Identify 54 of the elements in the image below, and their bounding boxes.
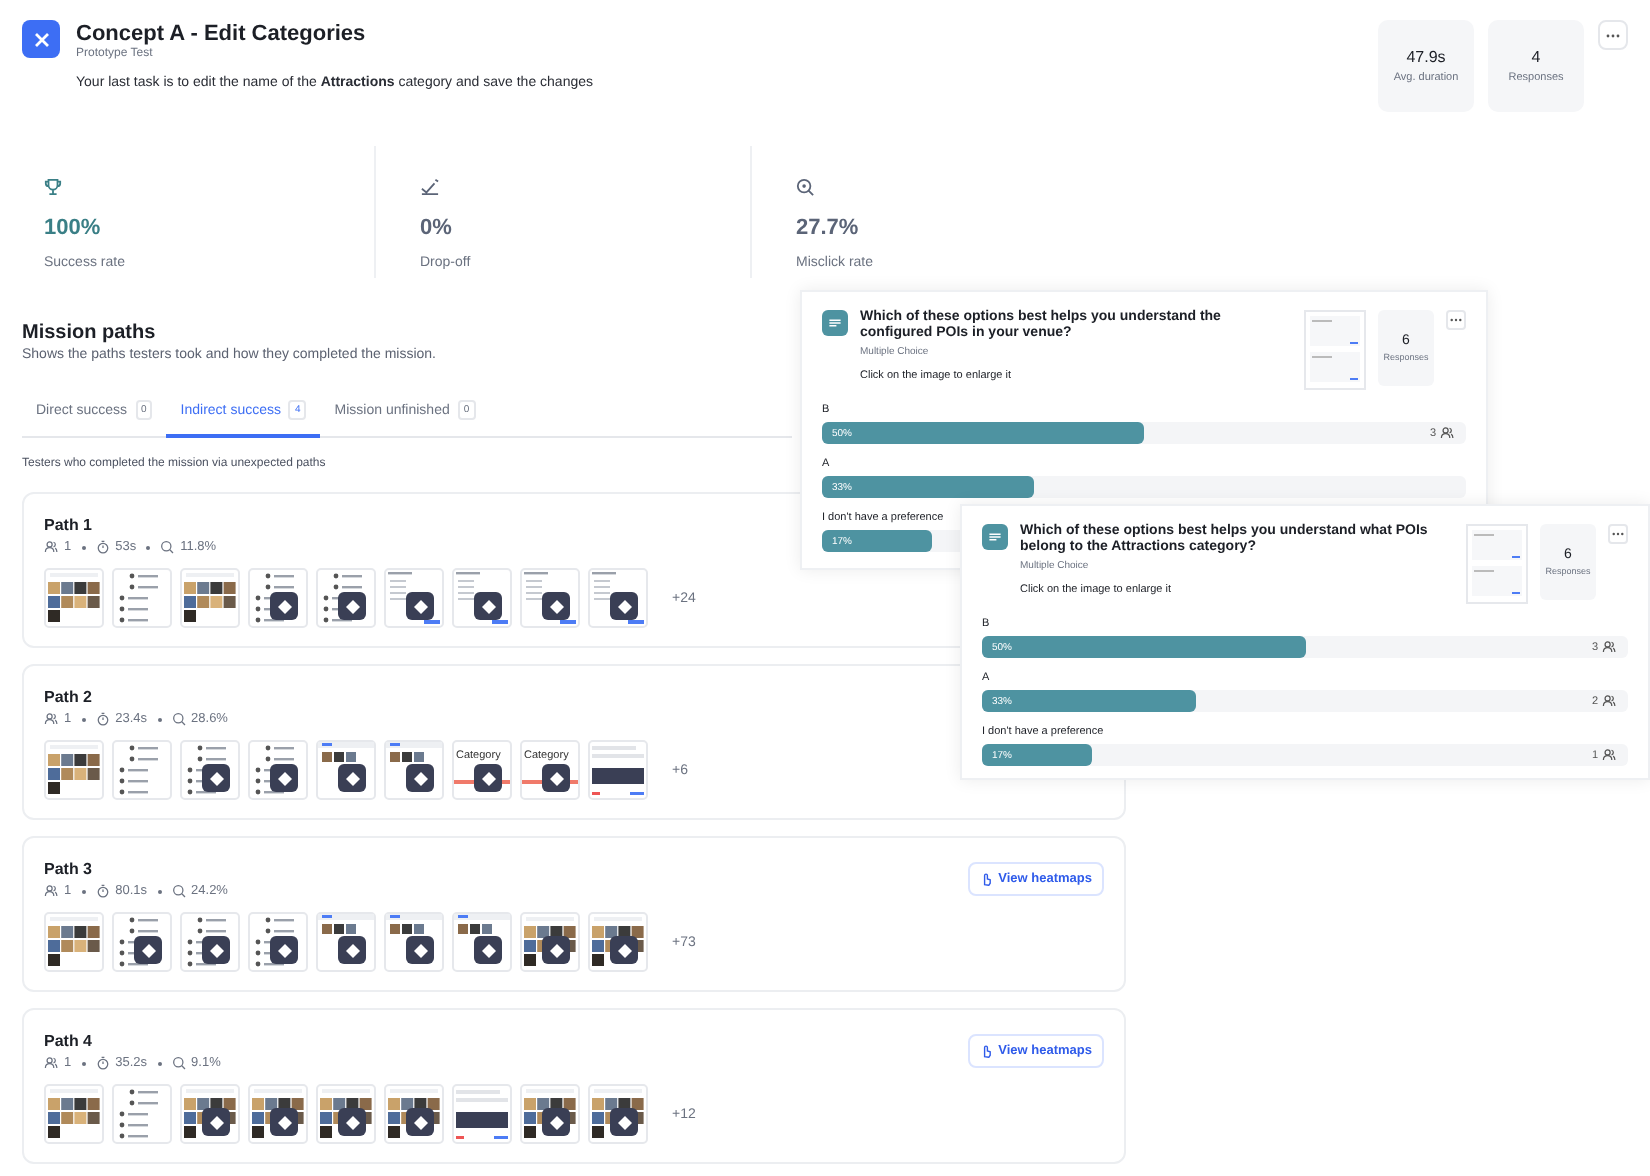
- hand-icon: [980, 872, 993, 886]
- list-icon: [822, 310, 848, 336]
- screen-thumbnail[interactable]: [112, 1084, 172, 1144]
- separator-dot: [81, 1061, 86, 1065]
- chart-line-icon: [420, 178, 440, 196]
- separator-dot: [146, 545, 151, 549]
- people-icon: [44, 712, 58, 726]
- people-icon: [1602, 694, 1616, 708]
- separator-dot: [157, 889, 162, 893]
- stopwatch-icon: [95, 1056, 110, 1070]
- people-icon: [1602, 748, 1616, 762]
- stat-value: 47.9s: [1406, 48, 1446, 66]
- separator-dot: [157, 1061, 162, 1065]
- people-icon: [1602, 640, 1616, 654]
- path-title: Path 1: [44, 516, 93, 534]
- stopwatch-icon: [95, 712, 110, 726]
- screen-thumbnail[interactable]: [180, 568, 240, 628]
- path-title: Path 3: [44, 860, 93, 878]
- search-icon: [160, 540, 175, 554]
- separator-dot: [81, 545, 86, 549]
- stat-value: 4: [1531, 48, 1541, 66]
- separator-dot: [81, 889, 86, 893]
- people-icon: [44, 540, 58, 554]
- screen-thumbnail[interactable]: [44, 740, 104, 800]
- section-title: Mission paths: [22, 322, 156, 344]
- people-icon: [1440, 426, 1454, 440]
- more-button[interactable]: [1446, 310, 1466, 330]
- screen-thumbnail[interactable]: [452, 1084, 512, 1144]
- path-title: Path 4: [44, 1032, 93, 1050]
- screen-thumbnail[interactable]: [112, 740, 172, 800]
- separator-dot: [81, 717, 86, 721]
- people-icon: [44, 1056, 58, 1070]
- screen-thumbnail[interactable]: [44, 912, 104, 972]
- search-icon: [171, 712, 186, 726]
- stopwatch-icon: [95, 540, 110, 554]
- screen-thumbnail[interactable]: [112, 568, 172, 628]
- metric-value: 27.7%: [796, 216, 859, 240]
- more-button[interactable]: [1608, 524, 1628, 544]
- screen-thumbnail[interactable]: [44, 1084, 104, 1144]
- search-icon: [171, 884, 186, 898]
- hand-icon: [980, 1044, 993, 1058]
- screen-thumbnail[interactable]: [44, 568, 104, 628]
- target-icon: [796, 178, 814, 196]
- people-icon: [44, 884, 58, 898]
- path-title: Path 2: [44, 688, 93, 706]
- screen-thumbnail[interactable]: [588, 740, 648, 800]
- list-icon: [982, 524, 1008, 550]
- metric-value: 100%: [44, 216, 101, 240]
- separator-dot: [157, 717, 162, 721]
- metric-value: 0%: [420, 216, 452, 240]
- stopwatch-icon: [95, 884, 110, 898]
- search-icon: [171, 1056, 186, 1070]
- trophy-icon: [44, 178, 62, 196]
- test-title: Concept A - Edit Categories: [76, 22, 366, 46]
